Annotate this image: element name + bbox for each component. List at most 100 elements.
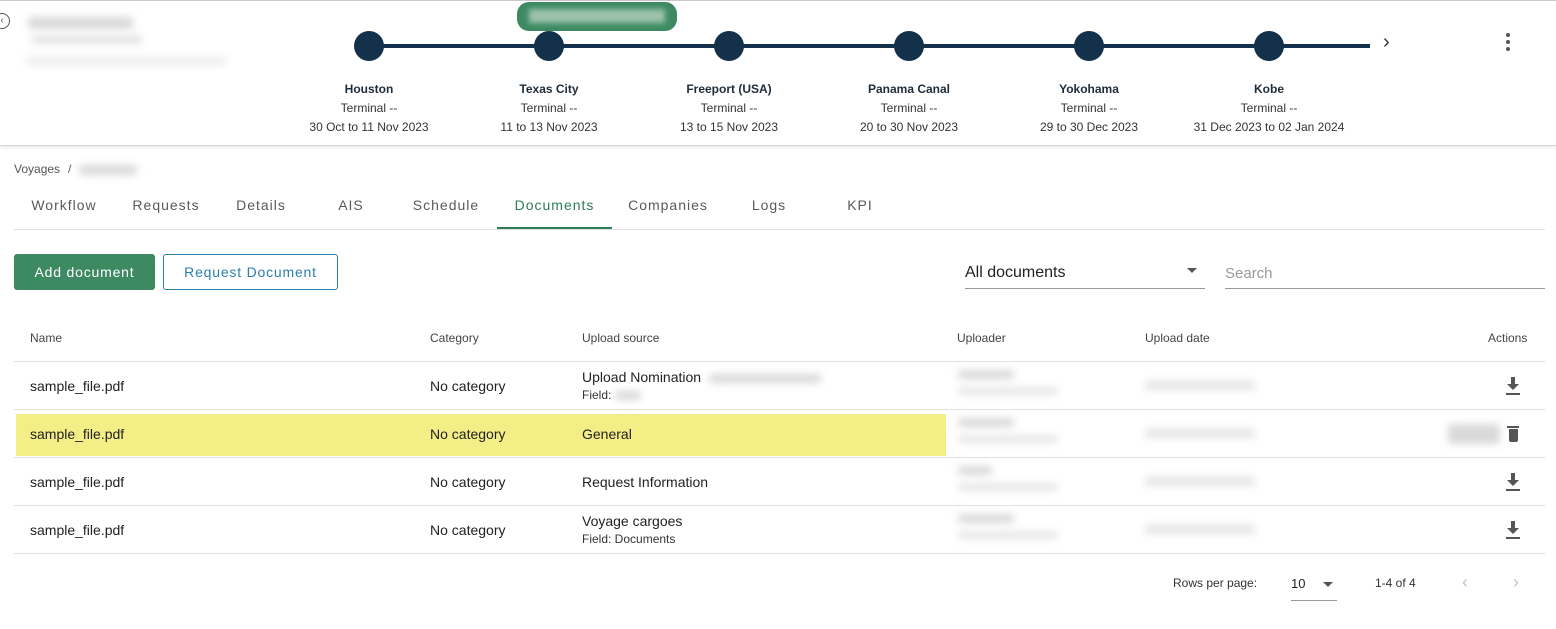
upload-source-field: Field: Documents (582, 532, 676, 546)
uploader-redacted (958, 370, 1068, 395)
port-name: Yokohama (1059, 82, 1119, 96)
voyage-header: ‹ Houston Terminal -- 30 Oct to 11 Nov 2… (0, 0, 1556, 146)
add-document-button[interactable]: Add document (14, 254, 155, 290)
documents-table: Name Category Upload source Uploader Upl… (14, 314, 1545, 554)
column-header-actions: Actions (1488, 331, 1528, 345)
document-name[interactable]: sample_file.pdf (30, 474, 124, 490)
port-name: Texas City (519, 82, 579, 96)
breadcrumb-voyage-id-redacted (79, 164, 138, 175)
tab-details[interactable]: Details (211, 187, 311, 229)
column-header-date[interactable]: Upload date (1145, 331, 1210, 345)
timeline-node (894, 31, 924, 61)
port-name: Panama Canal (867, 82, 951, 96)
table-row[interactable]: sample_file.pdf No category General (14, 410, 1545, 458)
terminal-label: Terminal -- (1240, 101, 1298, 115)
caret-down-icon (1323, 582, 1333, 587)
table-row[interactable]: sample_file.pdf No category Request Info… (14, 458, 1545, 506)
column-header-uploader[interactable]: Uploader (957, 331, 1006, 345)
breadcrumb-voyages[interactable]: Voyages (14, 162, 60, 176)
document-category: No category (430, 522, 506, 538)
terminal-label: Terminal -- (340, 101, 398, 115)
tab-workflow[interactable]: Workflow (14, 187, 114, 229)
stop-dates: 29 to 30 Dec 2023 (1039, 120, 1139, 134)
port-name: Freeport (USA) (686, 82, 772, 96)
terminal-label: Terminal -- (880, 101, 938, 115)
tab-logs[interactable]: Logs (719, 187, 819, 229)
vessel-info-redacted (18, 7, 303, 79)
timeline-stop[interactable]: Yokohama Terminal -- 29 to 30 Dec 2023 (989, 1, 1189, 141)
chevron-right-icon[interactable]: › (1383, 31, 1390, 54)
terminal-label: Terminal -- (1060, 101, 1118, 115)
document-filter-select[interactable]: All documents (965, 258, 1205, 289)
chevron-right-icon[interactable]: › (1513, 572, 1519, 593)
stop-dates: 20 to 30 Nov 2023 (859, 120, 959, 134)
uploader-redacted (958, 418, 1068, 443)
column-header-name[interactable]: Name (30, 331, 62, 345)
chevron-left-icon[interactable]: ‹ (1462, 572, 1468, 593)
timeline-node (1074, 31, 1104, 61)
terminal-label: Terminal -- (520, 101, 578, 115)
timeline-node (1254, 31, 1284, 61)
stop-dates: 31 Dec 2023 to 02 Jan 2024 (1193, 120, 1345, 134)
port-name: Houston (344, 82, 394, 96)
timeline-node (534, 31, 564, 61)
timeline-stop[interactable]: Freeport (USA) Terminal -- 13 to 15 Nov … (629, 1, 829, 141)
download-icon[interactable] (1504, 520, 1524, 540)
upload-date-redacted (1145, 525, 1255, 534)
timeline-node (354, 31, 384, 61)
document-name[interactable]: sample_file.pdf (30, 426, 124, 442)
rows-per-page-label: Rows per page: (1173, 576, 1258, 590)
caret-down-icon (1187, 268, 1197, 273)
column-header-source[interactable]: Upload source (582, 331, 659, 345)
uploader-redacted (958, 514, 1068, 539)
tab-kpi[interactable]: KPI (810, 187, 910, 229)
request-document-button[interactable]: Request Document (163, 254, 338, 290)
pagination-range: 1-4 of 4 (1375, 576, 1416, 590)
search-input[interactable] (1225, 258, 1545, 289)
table-row[interactable]: sample_file.pdf No category Voyage cargo… (14, 506, 1545, 554)
download-icon[interactable] (1504, 472, 1524, 492)
terminal-label: Terminal -- (700, 101, 758, 115)
upload-source: Request Information (582, 474, 709, 490)
timeline-stop[interactable]: Kobe Terminal -- 31 Dec 2023 to 02 Jan 2… (1169, 1, 1369, 141)
tab-ais[interactable]: AIS (301, 187, 401, 229)
upload-source-label: Upload Nomination (582, 369, 702, 385)
timeline-stop[interactable]: Houston Terminal -- 30 Oct to 11 Nov 202… (269, 1, 469, 141)
upload-source: General (582, 426, 632, 442)
table-row[interactable]: sample_file.pdf No category Upload Nomin… (14, 362, 1545, 410)
document-filter-value: All documents (965, 264, 1066, 281)
stop-dates: 11 to 13 Nov 2023 (500, 120, 598, 134)
stop-dates: 30 Oct to 11 Nov 2023 (309, 120, 429, 134)
column-header-category[interactable]: Category (430, 331, 479, 345)
document-category: No category (430, 474, 506, 490)
port-name: Kobe (1254, 82, 1284, 96)
edit-icons-faded[interactable] (1448, 424, 1500, 444)
tab-companies[interactable]: Companies (618, 187, 718, 229)
rows-per-page-select[interactable]: 10 (1291, 570, 1337, 601)
field-label: Field: (582, 388, 612, 402)
upload-date-redacted (1145, 477, 1255, 486)
upload-source-label: Voyage cargoes (582, 513, 683, 529)
breadcrumb-separator: / (68, 162, 72, 176)
document-category: No category (430, 426, 506, 442)
upload-date-redacted (1145, 381, 1255, 390)
tab-schedule[interactable]: Schedule (396, 187, 496, 229)
document-category: No category (430, 378, 506, 394)
upload-source: Upload Nomination Field: (582, 369, 821, 402)
rows-per-page-value: 10 (1291, 576, 1306, 591)
upload-source-field: Field: (582, 388, 821, 402)
close-circle-icon[interactable]: ‹ (0, 13, 10, 29)
upload-source: Voyage cargoes Field: Documents (582, 513, 682, 546)
timeline-stop[interactable]: Panama Canal Terminal -- 20 to 30 Nov 20… (809, 1, 1009, 141)
redacted-text (708, 373, 821, 383)
document-name[interactable]: sample_file.pdf (30, 522, 124, 538)
tab-documents[interactable]: Documents (497, 187, 612, 229)
more-vert-icon[interactable] (1500, 31, 1516, 55)
document-name[interactable]: sample_file.pdf (30, 378, 124, 394)
table-header: Name Category Upload source Uploader Upl… (14, 314, 1545, 362)
tab-requests[interactable]: Requests (116, 187, 216, 229)
trash-icon[interactable] (1504, 424, 1524, 444)
tab-bar: Workflow Requests Details AIS Schedule D… (14, 187, 1545, 230)
timeline-stop[interactable]: Texas City Terminal -- 11 to 13 Nov 2023 (449, 1, 649, 141)
download-icon[interactable] (1504, 376, 1524, 396)
